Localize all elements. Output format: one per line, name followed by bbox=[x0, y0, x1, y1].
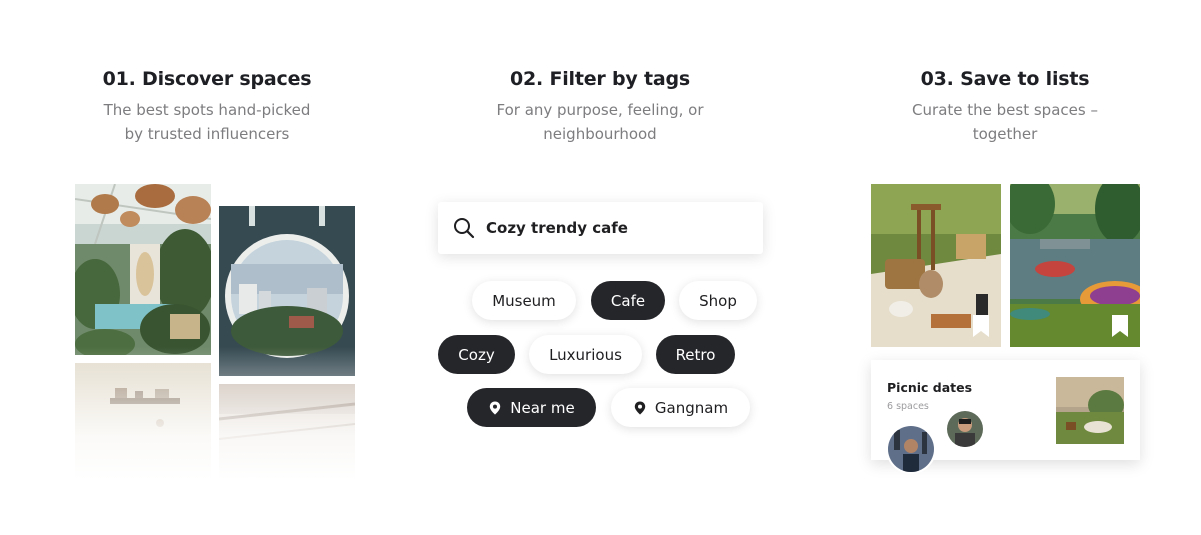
feature-description: The best spots hand-picked by trusted inf… bbox=[103, 101, 311, 143]
list-thumbnail[interactable] bbox=[1056, 377, 1124, 444]
tag-museum[interactable]: Museum bbox=[472, 281, 576, 320]
tag-shop[interactable]: Shop bbox=[679, 281, 757, 320]
tag-gangnam[interactable]: Gangnam bbox=[611, 388, 750, 427]
avatar[interactable] bbox=[886, 424, 936, 474]
tag-luxurious[interactable]: Luxurious bbox=[529, 335, 642, 374]
location-pin-icon bbox=[490, 401, 501, 414]
list-card[interactable]: Picnic dates 6 spaces bbox=[871, 360, 1140, 474]
avatar[interactable] bbox=[945, 409, 985, 449]
picnic-photo[interactable] bbox=[871, 184, 1001, 347]
search-input[interactable]: Cozy trendy cafe bbox=[486, 219, 628, 237]
feature-description: Curate the best spaces – together bbox=[912, 101, 1098, 143]
bookmark-icon[interactable] bbox=[973, 315, 989, 337]
feature-description: For any purpose, feeling, or neighbourhoo… bbox=[496, 101, 704, 143]
search-icon bbox=[454, 218, 475, 239]
feature-title: 02. Filter by tags bbox=[509, 68, 691, 90]
photo-collage bbox=[75, 184, 356, 480]
feature-title: 01. Discover spaces bbox=[102, 68, 312, 90]
feature-discover: 01. Discover spaces The best spots hand-… bbox=[67, 68, 347, 146]
tag-cozy[interactable]: Cozy bbox=[438, 335, 515, 374]
feature-save: 03. Save to lists Curate the best spaces… bbox=[865, 68, 1145, 146]
location-pin-icon bbox=[634, 401, 646, 414]
list-count: 6 spaces bbox=[887, 401, 929, 412]
feature-title: 03. Save to lists bbox=[920, 68, 1090, 90]
list-title: Picnic dates bbox=[887, 380, 973, 395]
bookmark-icon[interactable] bbox=[1112, 315, 1128, 337]
lake-photo[interactable] bbox=[1010, 184, 1140, 347]
tag-near-me[interactable]: Near me bbox=[467, 388, 596, 427]
feature-filter: 02. Filter by tags For any purpose, feel… bbox=[460, 68, 740, 146]
search-bar[interactable]: Cozy trendy cafe bbox=[438, 202, 763, 254]
tag-retro[interactable]: Retro bbox=[656, 335, 735, 374]
tag-cafe[interactable]: Cafe bbox=[591, 281, 665, 320]
